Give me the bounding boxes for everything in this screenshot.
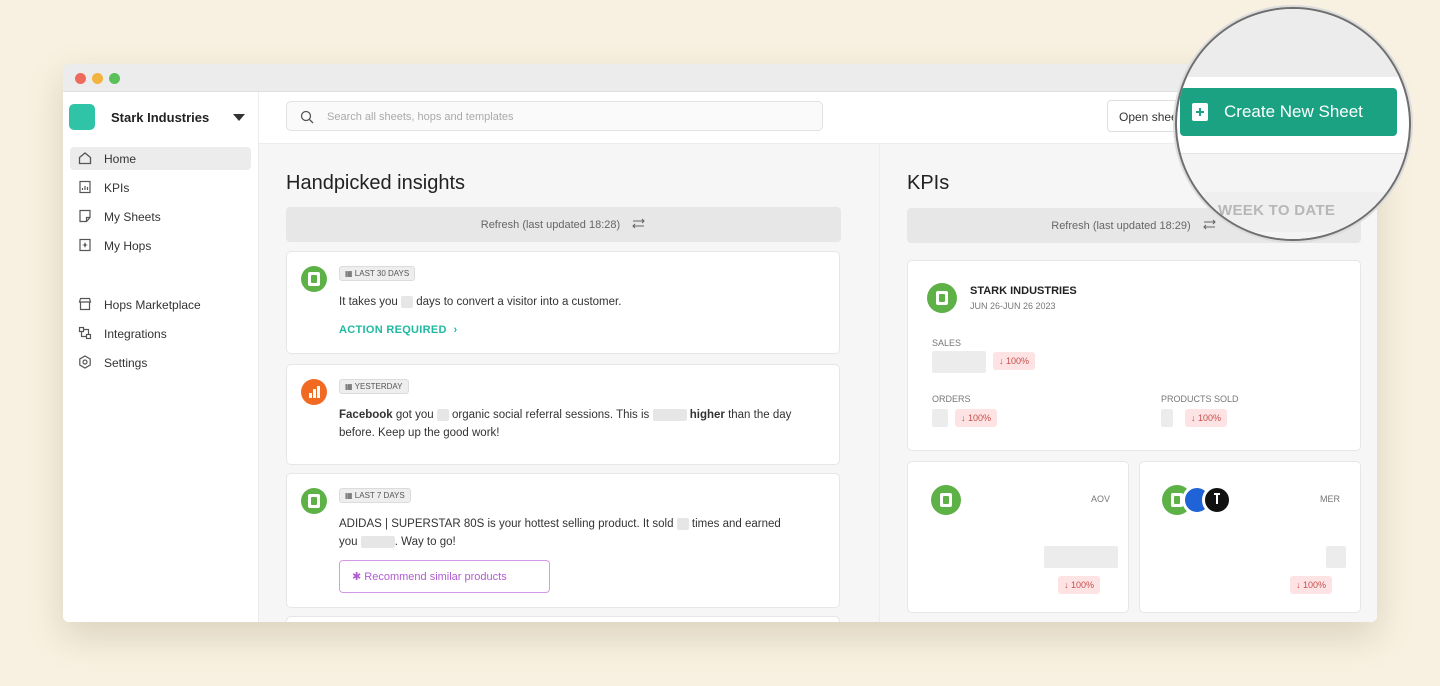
redacted-value xyxy=(401,295,414,308)
aov-change-badge: ↓ 100% xyxy=(1058,576,1101,594)
products-sold-label: PRODUCTS SOLD xyxy=(1161,394,1239,404)
period-badge: ▦ YESTERDAY xyxy=(339,379,409,394)
magnified-titlebar xyxy=(1177,9,1409,77)
period-badge: ▦ LAST 7 DAYS xyxy=(339,488,411,503)
sidebar-item-label: My Hops xyxy=(104,239,152,253)
chart-doc-icon xyxy=(79,180,91,194)
insight-text: ADIDAS | SUPERSTAR 80S is your hottest s… xyxy=(339,517,781,548)
sidebar-item-label: My Sheets xyxy=(104,210,161,224)
workspace-switcher[interactable]: Stark Industries xyxy=(69,104,253,130)
recommend-similar-products-button[interactable]: ✱ Recommend similar products xyxy=(339,560,550,593)
search-box[interactable] xyxy=(286,101,823,131)
mer-kpi-card[interactable]: MER ↓ 100% xyxy=(1139,461,1361,613)
sidebar-item-kpis[interactable]: KPIs xyxy=(70,176,251,199)
mer-label: MER xyxy=(1320,494,1340,504)
insight-card: ▦ LAST 7 DAYS ADIDAS | SUPERSTAR 80S is … xyxy=(286,473,840,608)
store-kpi-card[interactable]: STARK INDUSTRIES JUN 26-JUN 26 2023 SALE… xyxy=(907,260,1361,451)
period-select-label: WEEK TO DATE xyxy=(1218,202,1336,219)
add-document-icon xyxy=(1192,103,1208,121)
store-date-range: JUN 26-JUN 26 2023 xyxy=(970,301,1056,311)
refresh-label: Refresh (last updated 18:29) xyxy=(1051,220,1191,232)
store-icon xyxy=(78,297,92,311)
workspace-name: Stark Industries xyxy=(111,110,210,125)
refresh-label: Refresh (last updated 18:28) xyxy=(480,219,621,231)
minimize-window-button[interactable] xyxy=(92,73,103,84)
insight-card: ▦ YESTERDAY Facebook got you organic soc… xyxy=(286,364,840,465)
shopify-icon xyxy=(931,485,961,515)
action-required-link[interactable]: ACTION REQUIRED › xyxy=(339,324,457,336)
sidebar-item-label: KPIs xyxy=(104,181,130,195)
insight-text: Facebook got you organic social referral… xyxy=(339,408,792,439)
shopify-icon xyxy=(927,283,957,313)
sidebar-item-label: Home xyxy=(104,152,137,166)
insights-refresh-button[interactable]: Refresh (last updated 18:28) xyxy=(286,207,841,242)
sidebar-item-label: Integrations xyxy=(104,327,167,341)
sidebar-item-label: Settings xyxy=(104,356,148,370)
aov-kpi-card[interactable]: AOV ↓ 100% xyxy=(907,461,1129,613)
mer-change-badge: ↓ 100% xyxy=(1290,576,1333,594)
redacted-value xyxy=(360,535,395,548)
insight-text: It takes you days to convert a visitor i… xyxy=(339,295,622,308)
products-sold-change-badge: ↓ 100% xyxy=(1185,409,1228,427)
sidebar-item-label: Hops Marketplace xyxy=(104,298,201,312)
sidebar-item-settings[interactable]: Settings xyxy=(70,351,251,374)
sidebar-item-my-sheets[interactable]: My Sheets xyxy=(70,205,251,228)
sidebar-item-home[interactable]: Home xyxy=(70,147,251,170)
kpis-title: KPIs xyxy=(907,172,950,194)
close-window-button[interactable] xyxy=(75,73,86,84)
tiktok-icon xyxy=(1202,485,1232,515)
insights-panel: Handpicked insights Refresh (last update… xyxy=(259,144,880,622)
google-analytics-icon xyxy=(301,379,327,405)
sidebar-item-integrations[interactable]: Integrations xyxy=(70,322,251,345)
redacted-value xyxy=(436,408,449,421)
refresh-icon xyxy=(632,218,646,229)
orders-label: ORDERS xyxy=(932,394,971,404)
orders-change-badge: ↓ 100% xyxy=(955,409,998,427)
period-select[interactable]: WEEK TO DATE xyxy=(1205,192,1409,232)
caret-down-icon xyxy=(233,114,245,121)
shopify-icon xyxy=(301,266,327,292)
redacted-value xyxy=(652,408,687,421)
shopify-icon xyxy=(301,488,327,514)
insight-card xyxy=(286,616,840,622)
search-input[interactable] xyxy=(327,107,807,127)
sales-change-badge: ↓ 100% xyxy=(993,352,1036,370)
hops-icon xyxy=(79,238,91,252)
search-icon xyxy=(300,110,314,124)
insight-card: ▦ LAST 30 DAYS It takes you days to conv… xyxy=(286,251,840,354)
home-icon xyxy=(78,152,92,165)
sidebar-item-hops-marketplace[interactable]: Hops Marketplace xyxy=(70,293,251,316)
magnifier-callout: Create New Sheet WEEK TO DATE xyxy=(1175,7,1411,241)
sales-value-redacted xyxy=(932,351,986,373)
mer-value-redacted xyxy=(1326,546,1346,568)
period-badge: ▦ LAST 30 DAYS xyxy=(339,266,416,281)
insights-title: Handpicked insights xyxy=(286,172,465,194)
aov-value-redacted xyxy=(1044,546,1118,568)
orders-value-redacted xyxy=(932,409,948,427)
create-new-sheet-label: Create New Sheet xyxy=(1224,102,1363,121)
workspace-logo xyxy=(69,104,95,130)
zoom-window-button[interactable] xyxy=(109,73,120,84)
integrations-icon xyxy=(78,326,92,340)
store-name: STARK INDUSTRIES xyxy=(970,285,1077,297)
products-sold-value-redacted xyxy=(1161,409,1173,427)
sidebar: Stark Industries Home KPIs My Sheets My … xyxy=(63,92,259,622)
sidebar-item-my-hops[interactable]: My Hops xyxy=(70,234,251,257)
aov-label: AOV xyxy=(1091,494,1111,504)
create-new-sheet-button[interactable]: Create New Sheet xyxy=(1180,88,1397,136)
sheet-icon xyxy=(79,209,91,223)
settings-icon xyxy=(79,355,91,369)
redacted-value xyxy=(676,517,689,530)
sales-label: SALES xyxy=(932,338,962,348)
